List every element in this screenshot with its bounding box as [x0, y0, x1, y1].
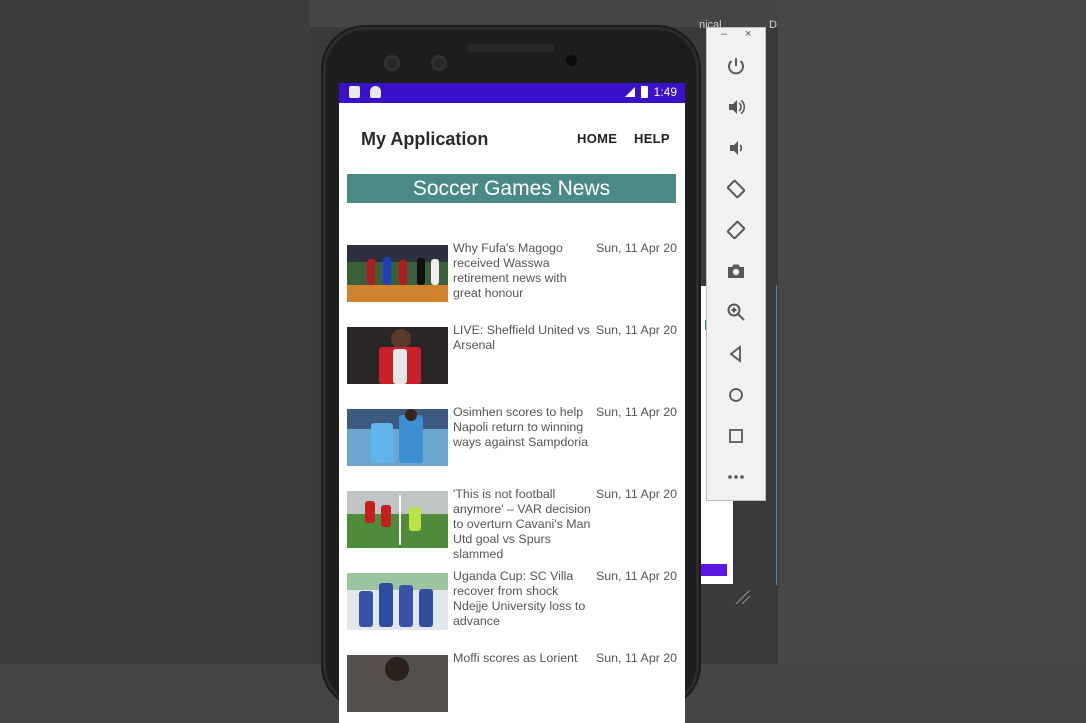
power-button[interactable]	[724, 54, 748, 78]
background-window-text: D	[769, 19, 777, 31]
device-screen[interactable]: 1:49 My Application HOME HELP Soccer Gam…	[339, 83, 685, 723]
earpiece-speaker	[467, 44, 555, 52]
news-thumbnail	[347, 573, 448, 630]
battery-icon	[640, 86, 648, 98]
news-headline: LIVE: Sheffield United vs Arsenal	[453, 323, 590, 352]
volume-up-icon	[729, 99, 746, 115]
news-item[interactable]: Why Fufa's Magogo received Wasswa retire…	[347, 241, 685, 321]
news-thumbnail	[347, 491, 448, 548]
toolbar-window-controls: – ×	[707, 28, 765, 42]
news-thumbnail	[347, 327, 448, 384]
minimize-button[interactable]: –	[721, 28, 727, 40]
volume-down-button[interactable]	[724, 136, 748, 160]
camera-icon	[728, 264, 744, 278]
resize-handle-icon[interactable]	[734, 588, 752, 606]
back-button[interactable]	[724, 342, 748, 366]
close-button[interactable]: ×	[745, 28, 751, 40]
zoom-button[interactable]	[724, 300, 748, 324]
news-headline: Osimhen scores to help Napoli return to …	[453, 405, 588, 449]
overview-button[interactable]	[724, 424, 748, 448]
more-icon	[728, 475, 744, 479]
nav-help-button[interactable]: HELP	[634, 131, 670, 146]
rotate-left-button[interactable]	[724, 177, 748, 201]
power-icon	[728, 58, 744, 75]
news-item[interactable]: LIVE: Sheffield United vs Arsenal Sun, 1…	[347, 323, 685, 403]
ide-background-left	[0, 0, 310, 664]
news-headline: Uganda Cup: SC Villa recover from shock …	[453, 569, 586, 628]
news-headline: Why Fufa's Magogo received Wasswa retire…	[453, 241, 567, 300]
nav-home-button[interactable]: HOME	[577, 131, 617, 146]
app-bar: My Application HOME HELP	[339, 103, 685, 171]
ide-background-right	[778, 0, 1086, 664]
news-item[interactable]: Osimhen scores to help Napoli return to …	[347, 405, 685, 485]
news-thumbnail	[347, 409, 448, 466]
news-date: Sun, 11 Apr 20	[596, 241, 678, 255]
home-button[interactable]	[724, 383, 748, 407]
rotate-right-button[interactable]	[724, 218, 748, 242]
rotate-right-icon	[726, 220, 746, 240]
sd-card-icon	[349, 86, 360, 98]
back-icon	[729, 345, 741, 363]
front-camera	[384, 55, 400, 71]
app-title: My Application	[361, 129, 489, 149]
news-thumbnail	[347, 245, 448, 302]
news-date: Sun, 11 Apr 20	[596, 651, 678, 665]
front-camera	[431, 55, 447, 71]
news-date: Sun, 11 Apr 20	[596, 487, 678, 501]
more-button[interactable]	[724, 465, 748, 489]
signal-icon	[621, 86, 635, 98]
news-date: Sun, 11 Apr 20	[596, 405, 678, 419]
rotate-left-icon	[726, 179, 746, 199]
news-item[interactable]: Uganda Cup: SC Villa recover from shock …	[347, 569, 685, 649]
emulator-toolbar: – ×	[706, 27, 766, 501]
emulator-device-frame: 1:49 My Application HOME HELP Soccer Gam…	[323, 27, 699, 723]
news-item[interactable]: Moffi scores as Lorient Sun, 11 Apr 20	[347, 651, 685, 723]
volume-up-button[interactable]	[724, 95, 748, 119]
android-icon	[370, 86, 381, 98]
news-banner: Soccer Games News	[347, 174, 676, 203]
zoom-icon	[727, 303, 745, 321]
news-item[interactable]: 'This is not football anymore' – VAR dec…	[347, 487, 685, 567]
news-headline: 'This is not football anymore' – VAR dec…	[453, 487, 591, 561]
news-date: Sun, 11 Apr 20	[596, 323, 678, 337]
overview-icon	[729, 429, 743, 443]
preview-element	[701, 564, 727, 576]
status-time: 1:49	[653, 85, 677, 99]
volume-down-icon	[730, 141, 743, 155]
status-bar: 1:49	[339, 83, 685, 103]
proximity-sensor	[566, 55, 577, 66]
screenshot-button[interactable]	[724, 259, 748, 283]
background-divider	[776, 285, 777, 585]
home-icon	[729, 388, 743, 402]
news-date: Sun, 11 Apr 20	[596, 569, 678, 583]
